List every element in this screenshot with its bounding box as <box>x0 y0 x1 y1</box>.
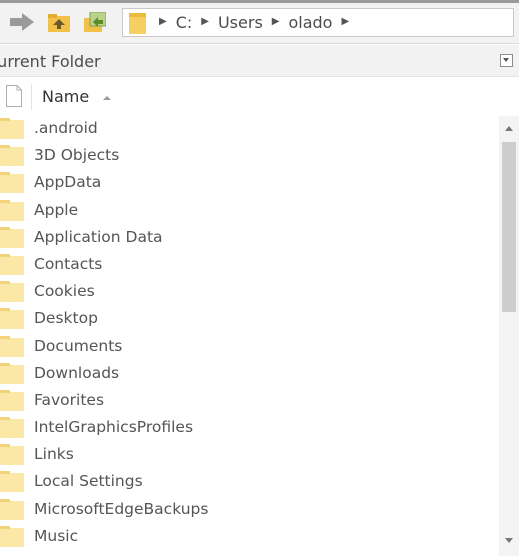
list-item-label: Local Settings <box>34 472 143 491</box>
breadcrumb-separator-icon[interactable]: ▶ <box>201 16 209 27</box>
file-icon <box>6 85 22 107</box>
folder-icon <box>0 362 24 384</box>
list-item-label: MicrosoftEdgeBackups <box>34 499 209 518</box>
folder-icon <box>0 471 24 493</box>
list-item-label: 3D Objects <box>34 146 120 165</box>
folder-icon <box>0 498 24 520</box>
panel-menu-chevron-down-icon[interactable] <box>500 54 513 67</box>
list-item[interactable]: MicrosoftEdgeBackups <box>0 497 497 524</box>
folder-icon <box>0 145 24 167</box>
swap-folder-icon[interactable] <box>84 12 106 32</box>
folder-icon <box>0 444 24 466</box>
list-item[interactable]: Favorites <box>0 388 497 415</box>
list-item[interactable]: Downloads <box>0 361 497 388</box>
list-item[interactable]: Documents <box>0 334 497 361</box>
folder-icon <box>0 172 24 194</box>
folder-icon <box>129 13 146 34</box>
list-item-label: Application Data <box>34 227 163 246</box>
breadcrumb-separator-icon[interactable]: ▶ <box>341 16 349 27</box>
up-folder-icon[interactable] <box>48 12 70 32</box>
sort-ascending-icon <box>103 96 111 100</box>
scrollbar-thumb[interactable] <box>502 142 516 312</box>
scroll-down-icon[interactable] <box>505 538 513 543</box>
name-column-header[interactable]: Name <box>42 87 89 106</box>
folder-icon <box>0 118 24 139</box>
list-item[interactable]: .android <box>0 116 497 143</box>
list-item-label: Documents <box>34 336 123 355</box>
scroll-up-icon[interactable] <box>505 126 513 131</box>
list-item-label: Music <box>34 526 79 545</box>
list-item-label: Apple <box>34 200 79 219</box>
breadcrumb: ▶ C: ▶ Users ▶ olado ▶ <box>159 9 358 36</box>
folder-icon <box>0 335 24 357</box>
list-item[interactable]: Music <box>0 524 497 551</box>
list-item-label: Favorites <box>34 390 105 409</box>
folder-icon <box>0 417 24 439</box>
list-item-label: AppData <box>34 173 102 192</box>
list-item-label: .android <box>34 119 98 137</box>
list-item[interactable]: Apple <box>0 198 497 225</box>
breadcrumb-item-drive[interactable]: C: <box>176 13 193 32</box>
folder-icon <box>0 525 24 547</box>
list-item[interactable]: Application Data <box>0 225 497 252</box>
list-item[interactable]: Cookies <box>0 279 497 306</box>
list-item[interactable]: Links <box>0 442 497 469</box>
column-divider[interactable] <box>31 84 32 110</box>
list-item-label: Downloads <box>34 363 120 382</box>
forward-arrow-icon[interactable] <box>10 12 34 32</box>
list-item[interactable]: AppData <box>0 170 497 197</box>
breadcrumb-item-users[interactable]: Users <box>218 13 263 32</box>
folder-icon <box>0 199 24 221</box>
list-item[interactable]: IntelGraphicsProfiles <box>0 415 497 442</box>
toolbar: ▶ C: ▶ Users ▶ olado ▶ <box>0 0 519 44</box>
folder-icon <box>0 281 24 303</box>
breadcrumb-separator-icon[interactable]: ▶ <box>159 16 167 27</box>
breadcrumb-separator-icon[interactable]: ▶ <box>272 16 280 27</box>
breadcrumb-item-user[interactable]: olado <box>288 13 332 32</box>
folder-icon <box>0 226 24 248</box>
file-list: .android 3D Objects AppData Apple Applic… <box>0 116 497 551</box>
list-item-label: Desktop <box>34 309 98 328</box>
list-item[interactable]: 3D Objects <box>0 143 497 170</box>
list-item[interactable]: Contacts <box>0 252 497 279</box>
list-item[interactable]: Local Settings <box>0 469 497 496</box>
list-item-label: IntelGraphicsProfiles <box>34 418 194 437</box>
folder-icon <box>0 389 24 411</box>
folder-icon <box>0 308 24 330</box>
list-item-label: Contacts <box>34 254 103 273</box>
panel-title: Current Folder <box>0 52 101 71</box>
list-item[interactable]: Desktop <box>0 306 497 333</box>
folder-icon <box>0 253 24 275</box>
address-bar[interactable]: ▶ C: ▶ Users ▶ olado ▶ <box>122 8 514 37</box>
list-item-label: Cookies <box>34 282 95 301</box>
column-header: Name <box>0 78 497 116</box>
list-item-label: Links <box>34 445 74 464</box>
vertical-scrollbar[interactable] <box>499 116 519 556</box>
panel-header: Current Folder <box>0 45 519 77</box>
